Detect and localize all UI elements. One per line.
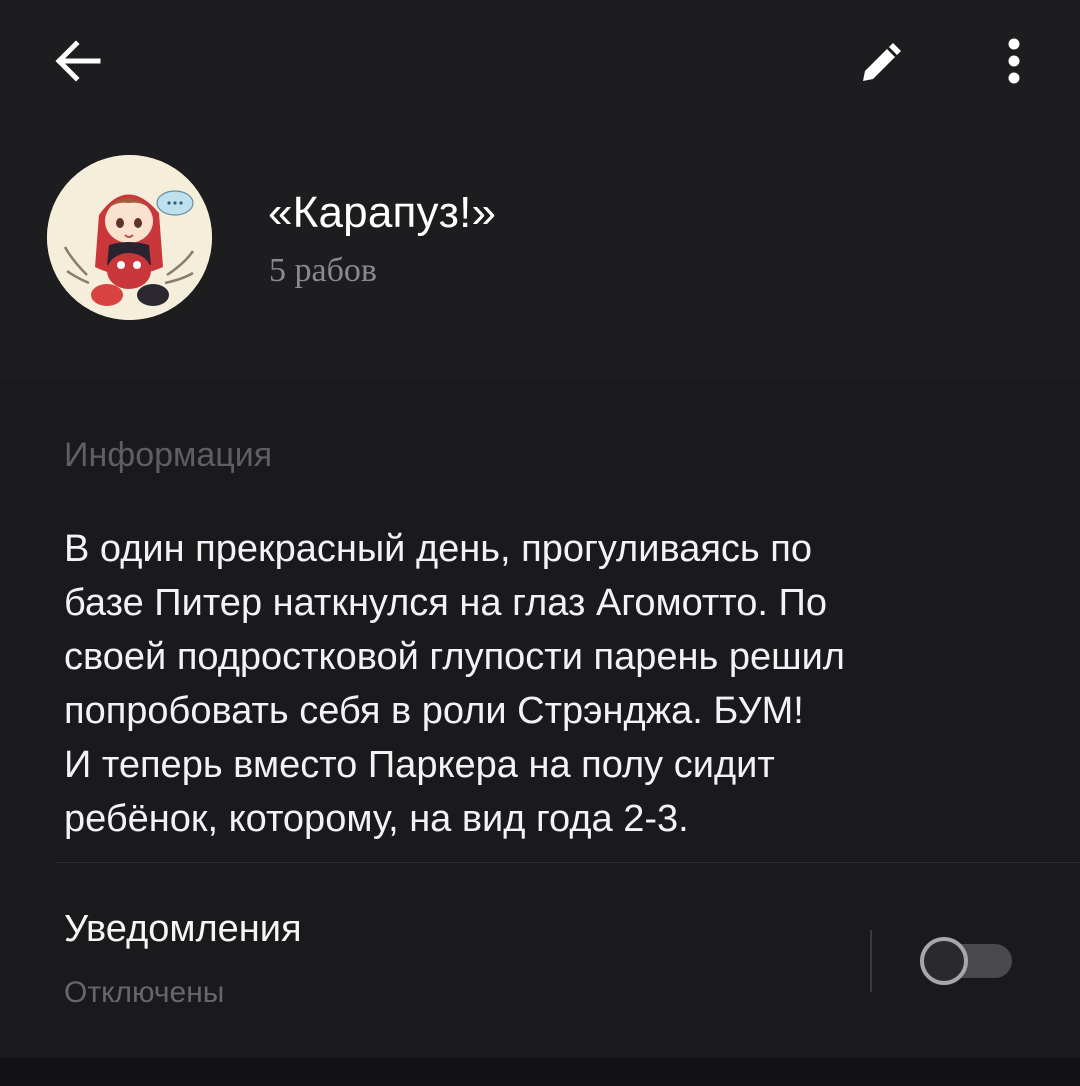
- more-menu-button[interactable]: [990, 30, 1040, 94]
- toggle-knob: [920, 937, 968, 985]
- avatar-illustration: [47, 155, 212, 320]
- notifications-state: Отключены: [64, 976, 225, 1009]
- chat-header: «Карапуз!» 5 рабов: [0, 0, 1080, 380]
- description-line: В один прекрасный день, прогуливаясь по: [64, 528, 812, 570]
- chat-description[interactable]: В один прекрасный день, прогуливаясь по …: [64, 522, 1054, 846]
- description-line: И теперь вместо Паркера на полу сидит: [64, 744, 775, 786]
- arrow-left-icon: [55, 40, 101, 82]
- edit-button[interactable]: [850, 30, 914, 94]
- chat-title: «Карапуз!»: [268, 188, 497, 237]
- description-line: попробовать себя в роли Стрэнджа. БУМ!: [64, 690, 804, 732]
- pencil-icon: [863, 43, 901, 81]
- description-line: ребёнок, которому, на вид года 2-3.: [64, 798, 689, 840]
- chat-avatar[interactable]: [47, 155, 212, 320]
- description-line: базе Питер наткнулся на глаз Агомотто. П…: [64, 582, 827, 624]
- divider: [56, 862, 1080, 863]
- member-count[interactable]: 5 рабов: [269, 252, 377, 290]
- vertical-divider: [870, 930, 872, 992]
- info-heading: Информация: [64, 436, 273, 474]
- notifications-label[interactable]: Уведомления: [64, 908, 302, 951]
- more-vertical-icon: [1008, 38, 1020, 84]
- description-line: своей подростковой глупости парень решил: [64, 636, 845, 678]
- bottom-strip: [0, 1058, 1080, 1086]
- back-button[interactable]: [46, 28, 110, 92]
- notifications-toggle[interactable]: [920, 937, 1014, 985]
